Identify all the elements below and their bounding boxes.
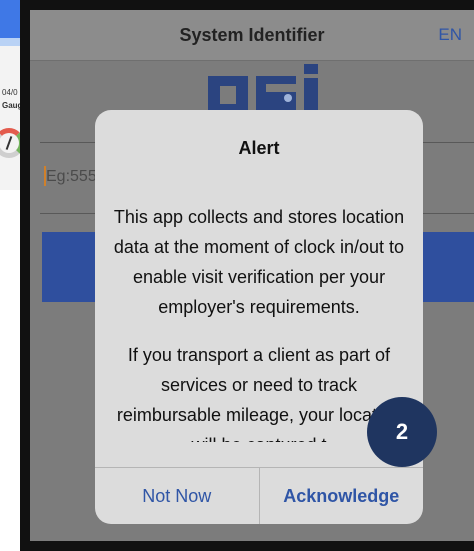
step-number-badge: 2 <box>367 397 437 467</box>
page-title: System Identifier <box>179 25 325 45</box>
company-logo <box>208 64 318 110</box>
background-date-text: 04/0 <box>2 88 18 97</box>
language-button[interactable]: EN <box>438 25 462 45</box>
not-now-button[interactable]: Not Now <box>95 468 259 524</box>
alert-message[interactable]: This app collects and stores location da… <box>109 202 409 442</box>
alert-actions: Not Now Acknowledge <box>95 467 423 524</box>
alert-paragraph-mileage: If you transport a client as part of ser… <box>116 345 401 442</box>
alert-paragraph-location: This app collects and stores location da… <box>113 207 405 317</box>
alert-title: Alert <box>238 138 280 158</box>
navigation-bar: System Identifier EN <box>30 10 474 61</box>
system-id-placeholder: Eg:555 <box>46 168 97 185</box>
alert-dialog: Alert This app collects and stores locat… <box>95 110 423 524</box>
acknowledge-button[interactable]: Acknowledge <box>258 468 424 524</box>
phone-frame: System Identifier EN Eg:555 Alert This a… <box>20 0 474 551</box>
